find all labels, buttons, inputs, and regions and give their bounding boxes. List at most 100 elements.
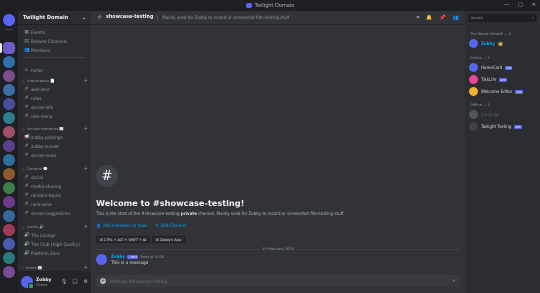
hash-icon: # — [24, 210, 29, 216]
send-icon[interactable]: ➤ — [452, 278, 456, 284]
category-feeds[interactable]: › Feeds 📰 + — [22, 264, 88, 271]
add-channel-icon[interactable]: + — [84, 265, 88, 271]
voice-channel-the-lounge[interactable]: 🔊 The Lounge — [21, 231, 88, 239]
member-twilight-testing[interactable]: Twilight Testing APP — [469, 122, 522, 131]
channel-zobby-sunset[interactable]: # zobby-sunset — [21, 142, 88, 150]
channel-role-menu[interactable]: # role-menu — [21, 112, 88, 120]
channel-server-suggestions[interactable]: # server-suggestions — [21, 209, 88, 217]
user-panel: Zobby Online 🎙 🎧 ⚙ — [18, 271, 91, 293]
speaker-icon: 🔊 — [24, 232, 30, 238]
channel-zobby-postings[interactable]: 📢 zobby-postings — [21, 133, 88, 141]
server-icon[interactable] — [3, 196, 15, 208]
window-title: Twilight Domain — [245, 3, 294, 9]
edit-channel-button[interactable]: ✎ Edit Channel — [155, 223, 186, 228]
tag-shortcut[interactable]: ⊞ CTRL + ALT + SHIFT + ⊠ — [96, 236, 150, 243]
voice-channel-the-club[interactable]: 🔊 The Club (High Quality) — [21, 240, 88, 248]
category-general[interactable]: ⌄ General 💬 + — [22, 165, 88, 172]
member-group-label: Online — 3 — [470, 56, 490, 60]
channel-media-sharing[interactable]: # media-sharing — [21, 182, 88, 190]
tag-app[interactable]: ⊞ Zobby's App — [151, 236, 185, 243]
server-icon[interactable] — [3, 70, 15, 82]
chevron-down-icon: ⌄ — [81, 14, 86, 21]
member-list: Search ⌕ The Robot Himself — 1 Zobby 👑 O… — [465, 11, 540, 293]
hash-icon: # — [24, 86, 29, 92]
server-icon[interactable] — [3, 140, 15, 152]
maximize-button[interactable]: □ — [518, 2, 523, 8]
channel-random-topics[interactable]: # random-topics — [21, 191, 88, 199]
minimize-button[interactable]: — — [504, 2, 509, 8]
headphones-icon[interactable]: 🎧 — [72, 279, 78, 285]
search-input[interactable]: Search ⌕ — [468, 14, 537, 22]
member-tikklife[interactable]: TikkLife APP — [469, 75, 507, 84]
bell-icon[interactable]: 🔔 — [426, 15, 432, 21]
add-members-button[interactable]: 👤 Add members or roles — [96, 223, 147, 228]
speaker-icon: 🔊 — [24, 250, 30, 256]
category-audio[interactable]: ⌄ Audio 🔊 + — [22, 223, 88, 230]
member-group-label: Offline — 2 — [470, 103, 490, 107]
hash-icon: # — [24, 174, 29, 180]
channel-server-info[interactable]: # server-info — [21, 103, 88, 111]
server-icon[interactable] — [3, 56, 15, 68]
server-icon-twilight[interactable] — [3, 42, 15, 54]
message[interactable]: Zobby ✓ BOT Today at 10:28 This is a mes… — [96, 254, 164, 265]
server-icon[interactable] — [3, 168, 15, 180]
channel-topic[interactable]: Mainly used for Zobby to record or scree… — [162, 15, 290, 20]
add-channel-icon[interactable]: + — [84, 78, 88, 84]
pin-icon[interactable]: 📌 — [440, 15, 446, 21]
app-badge: APP — [515, 89, 523, 94]
add-channel-icon[interactable]: + — [84, 224, 88, 230]
server-header[interactable]: Twilight Domain ⌄ — [18, 11, 91, 25]
message-input[interactable]: Message #showcase-testing — [110, 279, 167, 284]
channel-server-news[interactable]: # server-news — [21, 151, 88, 159]
channel-social[interactable]: # social — [21, 173, 88, 181]
hash-icon: # — [24, 104, 29, 110]
microphone-icon[interactable]: 🎙 — [61, 279, 67, 285]
category-announcements[interactable]: ⌄ Announcements 📰 + — [22, 125, 88, 132]
active-server-pill — [0, 43, 2, 53]
attach-plus-icon[interactable]: + — [100, 278, 106, 284]
channel-list: ▦ Events ▤ Browse Channels 👥 Members ⌂ home … — [18, 26, 91, 271]
server-icon[interactable] — [3, 210, 15, 222]
member-emoji-gg[interactable]: Emoji.gg — [469, 110, 498, 119]
welcome-description: This is the start of the #showcase-testi… — [96, 211, 345, 216]
members-toggle-icon[interactable]: 👥 — [453, 15, 459, 21]
direct-messages-icon[interactable] — [3, 14, 15, 26]
threads-icon[interactable]: ⌗ — [416, 15, 419, 21]
member-zobby[interactable]: Zobby 👑 — [469, 39, 503, 48]
hash-icon: # — [24, 152, 29, 158]
gear-icon[interactable]: ⚙ — [84, 279, 88, 285]
channel-name: showcase-testing — [106, 15, 154, 20]
server-icon[interactable] — [3, 252, 15, 264]
channel-rules[interactable]: # rules — [21, 94, 88, 102]
avatar[interactable] — [21, 276, 34, 289]
server-icon[interactable] — [3, 112, 15, 124]
member-welcome-editor[interactable]: Welcome Editor APP — [469, 87, 523, 96]
channel-home[interactable]: ⌂ home — [21, 66, 88, 74]
header-toolbar: ⌗ 🔔 📌 👥 — [416, 15, 459, 21]
server-icon[interactable] — [3, 84, 15, 96]
message-author[interactable]: Zobby — [111, 254, 125, 259]
sidebar-item-events[interactable]: ▦ Events — [21, 28, 88, 36]
add-channel-icon[interactable]: + — [84, 166, 88, 172]
server-icon[interactable] — [3, 238, 15, 250]
server-icon[interactable] — [3, 224, 15, 236]
sidebar-item-members[interactable]: 👥 Members — [21, 46, 88, 54]
sidebar-item-browse-channels[interactable]: ▤ Browse Channels — [21, 37, 88, 45]
chevron-down-icon: ⌄ — [22, 78, 26, 83]
category-information[interactable]: ⌄ Information 📄 + — [22, 77, 88, 84]
close-button[interactable]: ✕ — [532, 2, 536, 8]
member-homecord[interactable]: HomeCord APP — [469, 63, 513, 72]
hash-icon: # — [24, 113, 29, 119]
add-channel-icon[interactable]: + — [84, 126, 88, 132]
avatar[interactable] — [96, 254, 107, 265]
chat-area: # showcase-testing Mainly used for Zobby… — [91, 11, 465, 293]
server-icon[interactable] — [3, 266, 15, 278]
channel-welcome[interactable]: # welcome — [21, 85, 88, 93]
channel-race-zone[interactable]: # race-zone — [21, 200, 88, 208]
voice-channel-platform-zero[interactable]: 🔊 Platform Zero — [21, 249, 88, 257]
server-icon[interactable] — [3, 98, 15, 110]
message-composer[interactable]: + Message #showcase-testing ➤ — [96, 275, 460, 287]
server-icon[interactable] — [3, 126, 15, 138]
server-icon[interactable] — [3, 182, 15, 194]
server-icon[interactable] — [3, 154, 15, 166]
